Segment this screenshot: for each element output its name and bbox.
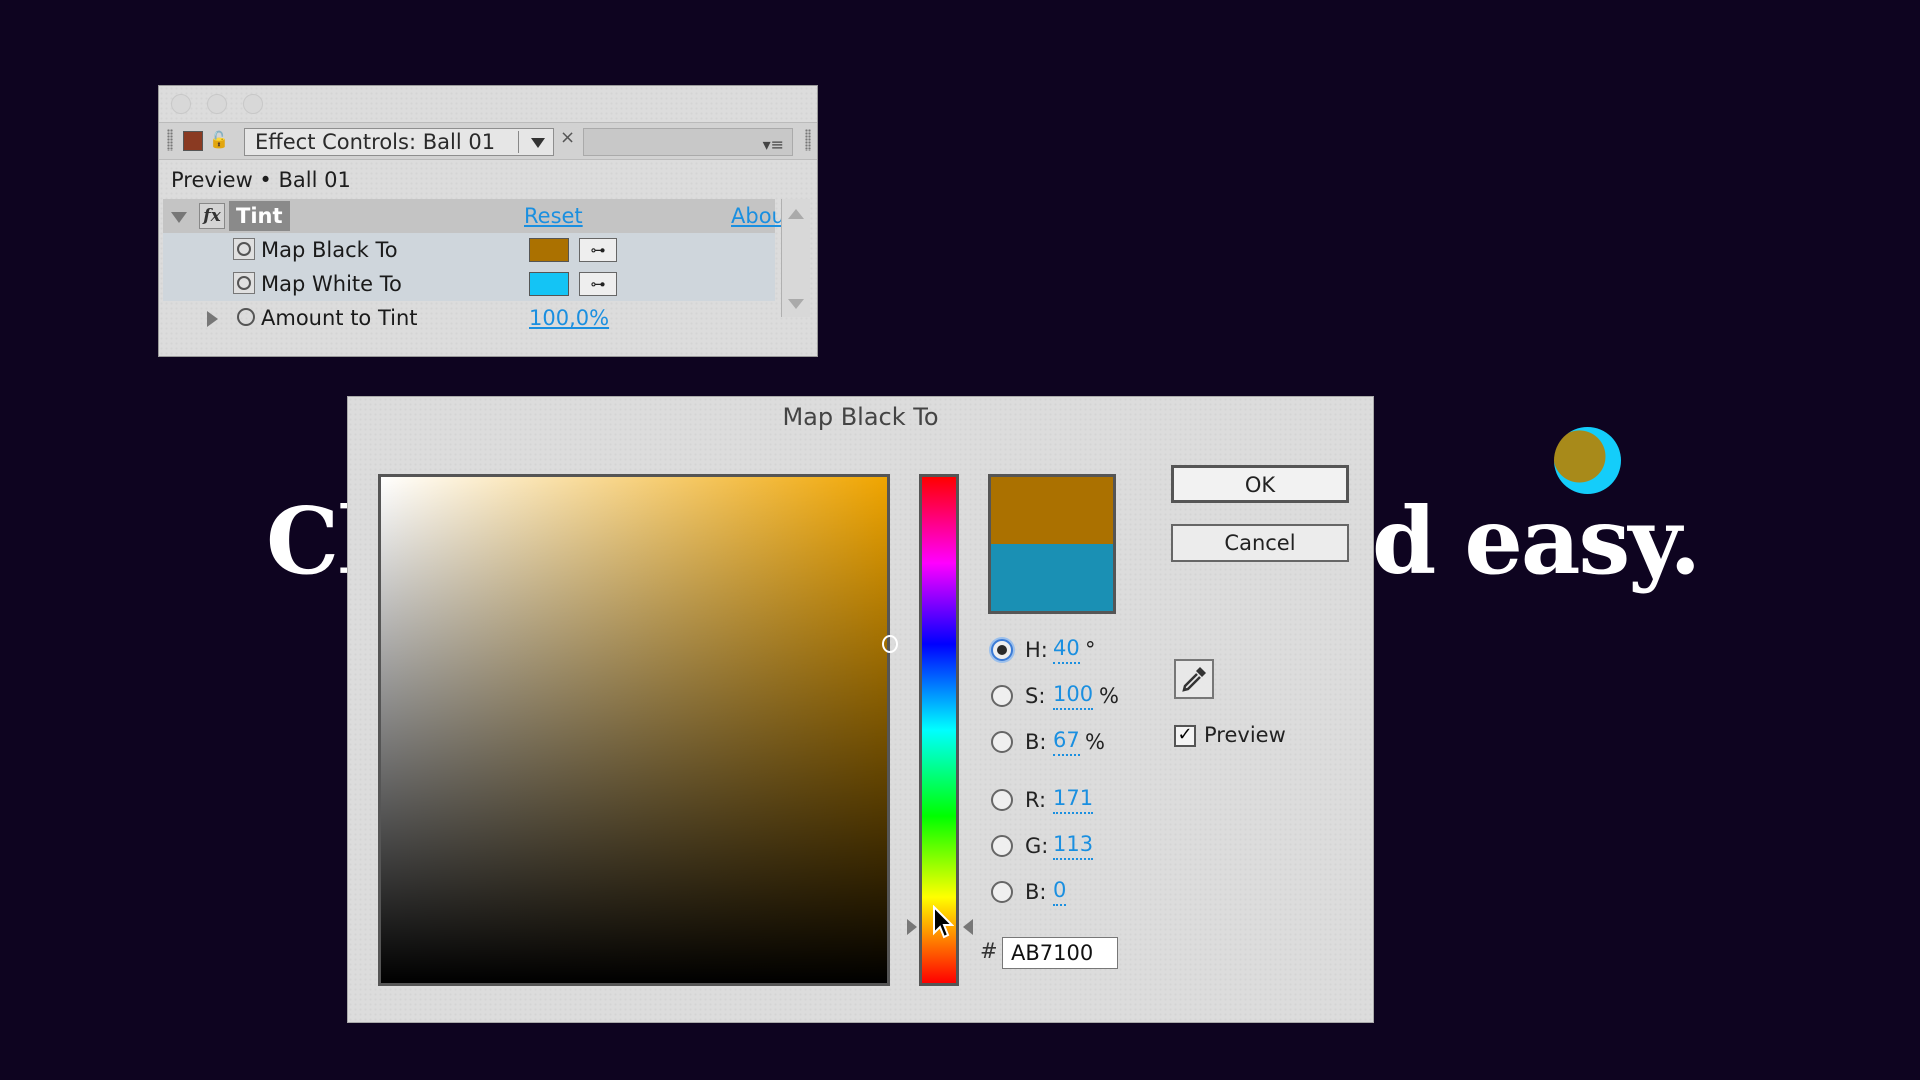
stopwatch-icon[interactable] bbox=[233, 238, 255, 260]
blue-label: B: bbox=[1025, 880, 1047, 904]
color-comparison bbox=[988, 474, 1116, 614]
brightness-label: B: bbox=[1025, 730, 1047, 754]
stopwatch-icon[interactable] bbox=[233, 272, 255, 294]
hue-value[interactable]: 40 bbox=[1053, 635, 1080, 664]
fx-icon[interactable]: fx bbox=[199, 203, 225, 229]
effect-row-tint[interactable]: fx Tint Reset Abou bbox=[163, 199, 785, 233]
new-color-swatch bbox=[991, 477, 1113, 544]
green-value[interactable]: 113 bbox=[1053, 831, 1094, 860]
eyedropper-icon[interactable]: ⊶ bbox=[579, 272, 617, 296]
amount-value[interactable]: 100,0% bbox=[529, 301, 609, 335]
twirl-right-icon[interactable] bbox=[207, 311, 218, 327]
color-picker-dialog: Map Black To H: 40 ° S: 100 % B: 67 % R:… bbox=[347, 396, 1374, 1023]
headline-right: d easy. bbox=[1372, 487, 1701, 595]
original-color-swatch[interactable] bbox=[991, 544, 1113, 611]
hex-input[interactable]: AB7100 bbox=[1002, 937, 1118, 969]
tab-label: Effect Controls: Ball 01 bbox=[255, 130, 496, 154]
green-label: G: bbox=[1025, 834, 1049, 858]
panel-grip-right-icon[interactable] bbox=[805, 129, 811, 151]
cancel-button[interactable]: Cancel bbox=[1171, 524, 1349, 562]
brightness-unit: % bbox=[1085, 730, 1105, 754]
red-radio[interactable] bbox=[991, 789, 1013, 811]
preview-checkbox[interactable]: ✓ bbox=[1174, 725, 1196, 747]
window-minimize-button[interactable] bbox=[207, 94, 227, 114]
saturation-label: S: bbox=[1025, 684, 1046, 708]
close-icon[interactable]: × bbox=[560, 127, 575, 148]
map-black-swatch[interactable] bbox=[529, 238, 569, 262]
hue-slider-right-handle[interactable] bbox=[963, 919, 973, 935]
stopwatch-icon[interactable] bbox=[237, 308, 255, 326]
saturation-value[interactable]: 100 bbox=[1053, 681, 1094, 710]
effect-list: fx Tint Reset Abou Map Black To ⊶ Map Wh… bbox=[163, 199, 785, 335]
reset-link[interactable]: Reset bbox=[524, 199, 583, 233]
effect-controls-panel: 🔓 Effect Controls: Ball 01 × ▾≡ Preview … bbox=[158, 85, 818, 357]
ball-preview bbox=[1554, 427, 1621, 494]
tab-empty-area: ▾≡ bbox=[583, 128, 793, 156]
effect-name[interactable]: Tint bbox=[229, 201, 290, 231]
blue-value[interactable]: 0 bbox=[1053, 877, 1067, 906]
mouse-cursor-icon bbox=[933, 905, 954, 939]
panel-tab-bar: 🔓 Effect Controls: Ball 01 × ▾≡ bbox=[159, 122, 817, 160]
panel-grip-icon[interactable] bbox=[167, 129, 173, 151]
panel-menu-icon[interactable]: ▾≡ bbox=[763, 135, 784, 154]
scroll-down-icon[interactable] bbox=[788, 299, 804, 309]
map-white-swatch[interactable] bbox=[529, 272, 569, 296]
saturation-unit: % bbox=[1099, 684, 1119, 708]
red-label: R: bbox=[1025, 788, 1047, 812]
hue-radio[interactable] bbox=[991, 639, 1013, 661]
blue-radio[interactable] bbox=[991, 881, 1013, 903]
window-zoom-button[interactable] bbox=[243, 94, 263, 114]
preview-label: Preview bbox=[1204, 723, 1286, 747]
saturation-radio[interactable] bbox=[991, 685, 1013, 707]
red-value[interactable]: 171 bbox=[1053, 785, 1094, 814]
green-radio[interactable] bbox=[991, 835, 1013, 857]
chevron-down-icon[interactable] bbox=[531, 138, 545, 148]
eyedropper-icon[interactable]: ⊶ bbox=[579, 238, 617, 262]
brightness-value[interactable]: 67 bbox=[1053, 727, 1080, 756]
hue-label: H: bbox=[1025, 638, 1048, 662]
dialog-title: Map Black To bbox=[782, 403, 939, 431]
lock-icon[interactable]: 🔓 bbox=[209, 130, 229, 150]
property-row-map-white[interactable]: Map White To ⊶ bbox=[163, 267, 775, 301]
tab-effect-controls[interactable]: Effect Controls: Ball 01 bbox=[244, 128, 554, 156]
property-row-amount[interactable]: Amount to Tint 100,0% bbox=[163, 301, 775, 335]
layer-color-icon bbox=[183, 131, 203, 151]
property-label: Amount to Tint bbox=[261, 306, 418, 330]
eyedropper-icon[interactable] bbox=[1174, 659, 1214, 699]
about-link[interactable]: Abou bbox=[731, 199, 785, 233]
breadcrumb: Preview • Ball 01 bbox=[171, 168, 351, 192]
scrollbar[interactable] bbox=[781, 199, 810, 317]
twirl-down-icon[interactable] bbox=[171, 212, 187, 223]
hex-hash-label: # bbox=[980, 939, 998, 963]
hue-slider-left-handle[interactable] bbox=[907, 919, 917, 935]
property-row-map-black[interactable]: Map Black To ⊶ bbox=[163, 233, 775, 267]
window-close-button[interactable] bbox=[171, 94, 191, 114]
property-label: Map Black To bbox=[261, 238, 398, 262]
saturation-brightness-field[interactable] bbox=[378, 474, 890, 986]
color-marker[interactable] bbox=[882, 635, 898, 653]
scroll-up-icon[interactable] bbox=[788, 209, 804, 219]
hue-unit: ° bbox=[1085, 638, 1096, 662]
ok-button[interactable]: OK bbox=[1171, 465, 1349, 503]
brightness-radio[interactable] bbox=[991, 731, 1013, 753]
property-label: Map White To bbox=[261, 272, 402, 296]
